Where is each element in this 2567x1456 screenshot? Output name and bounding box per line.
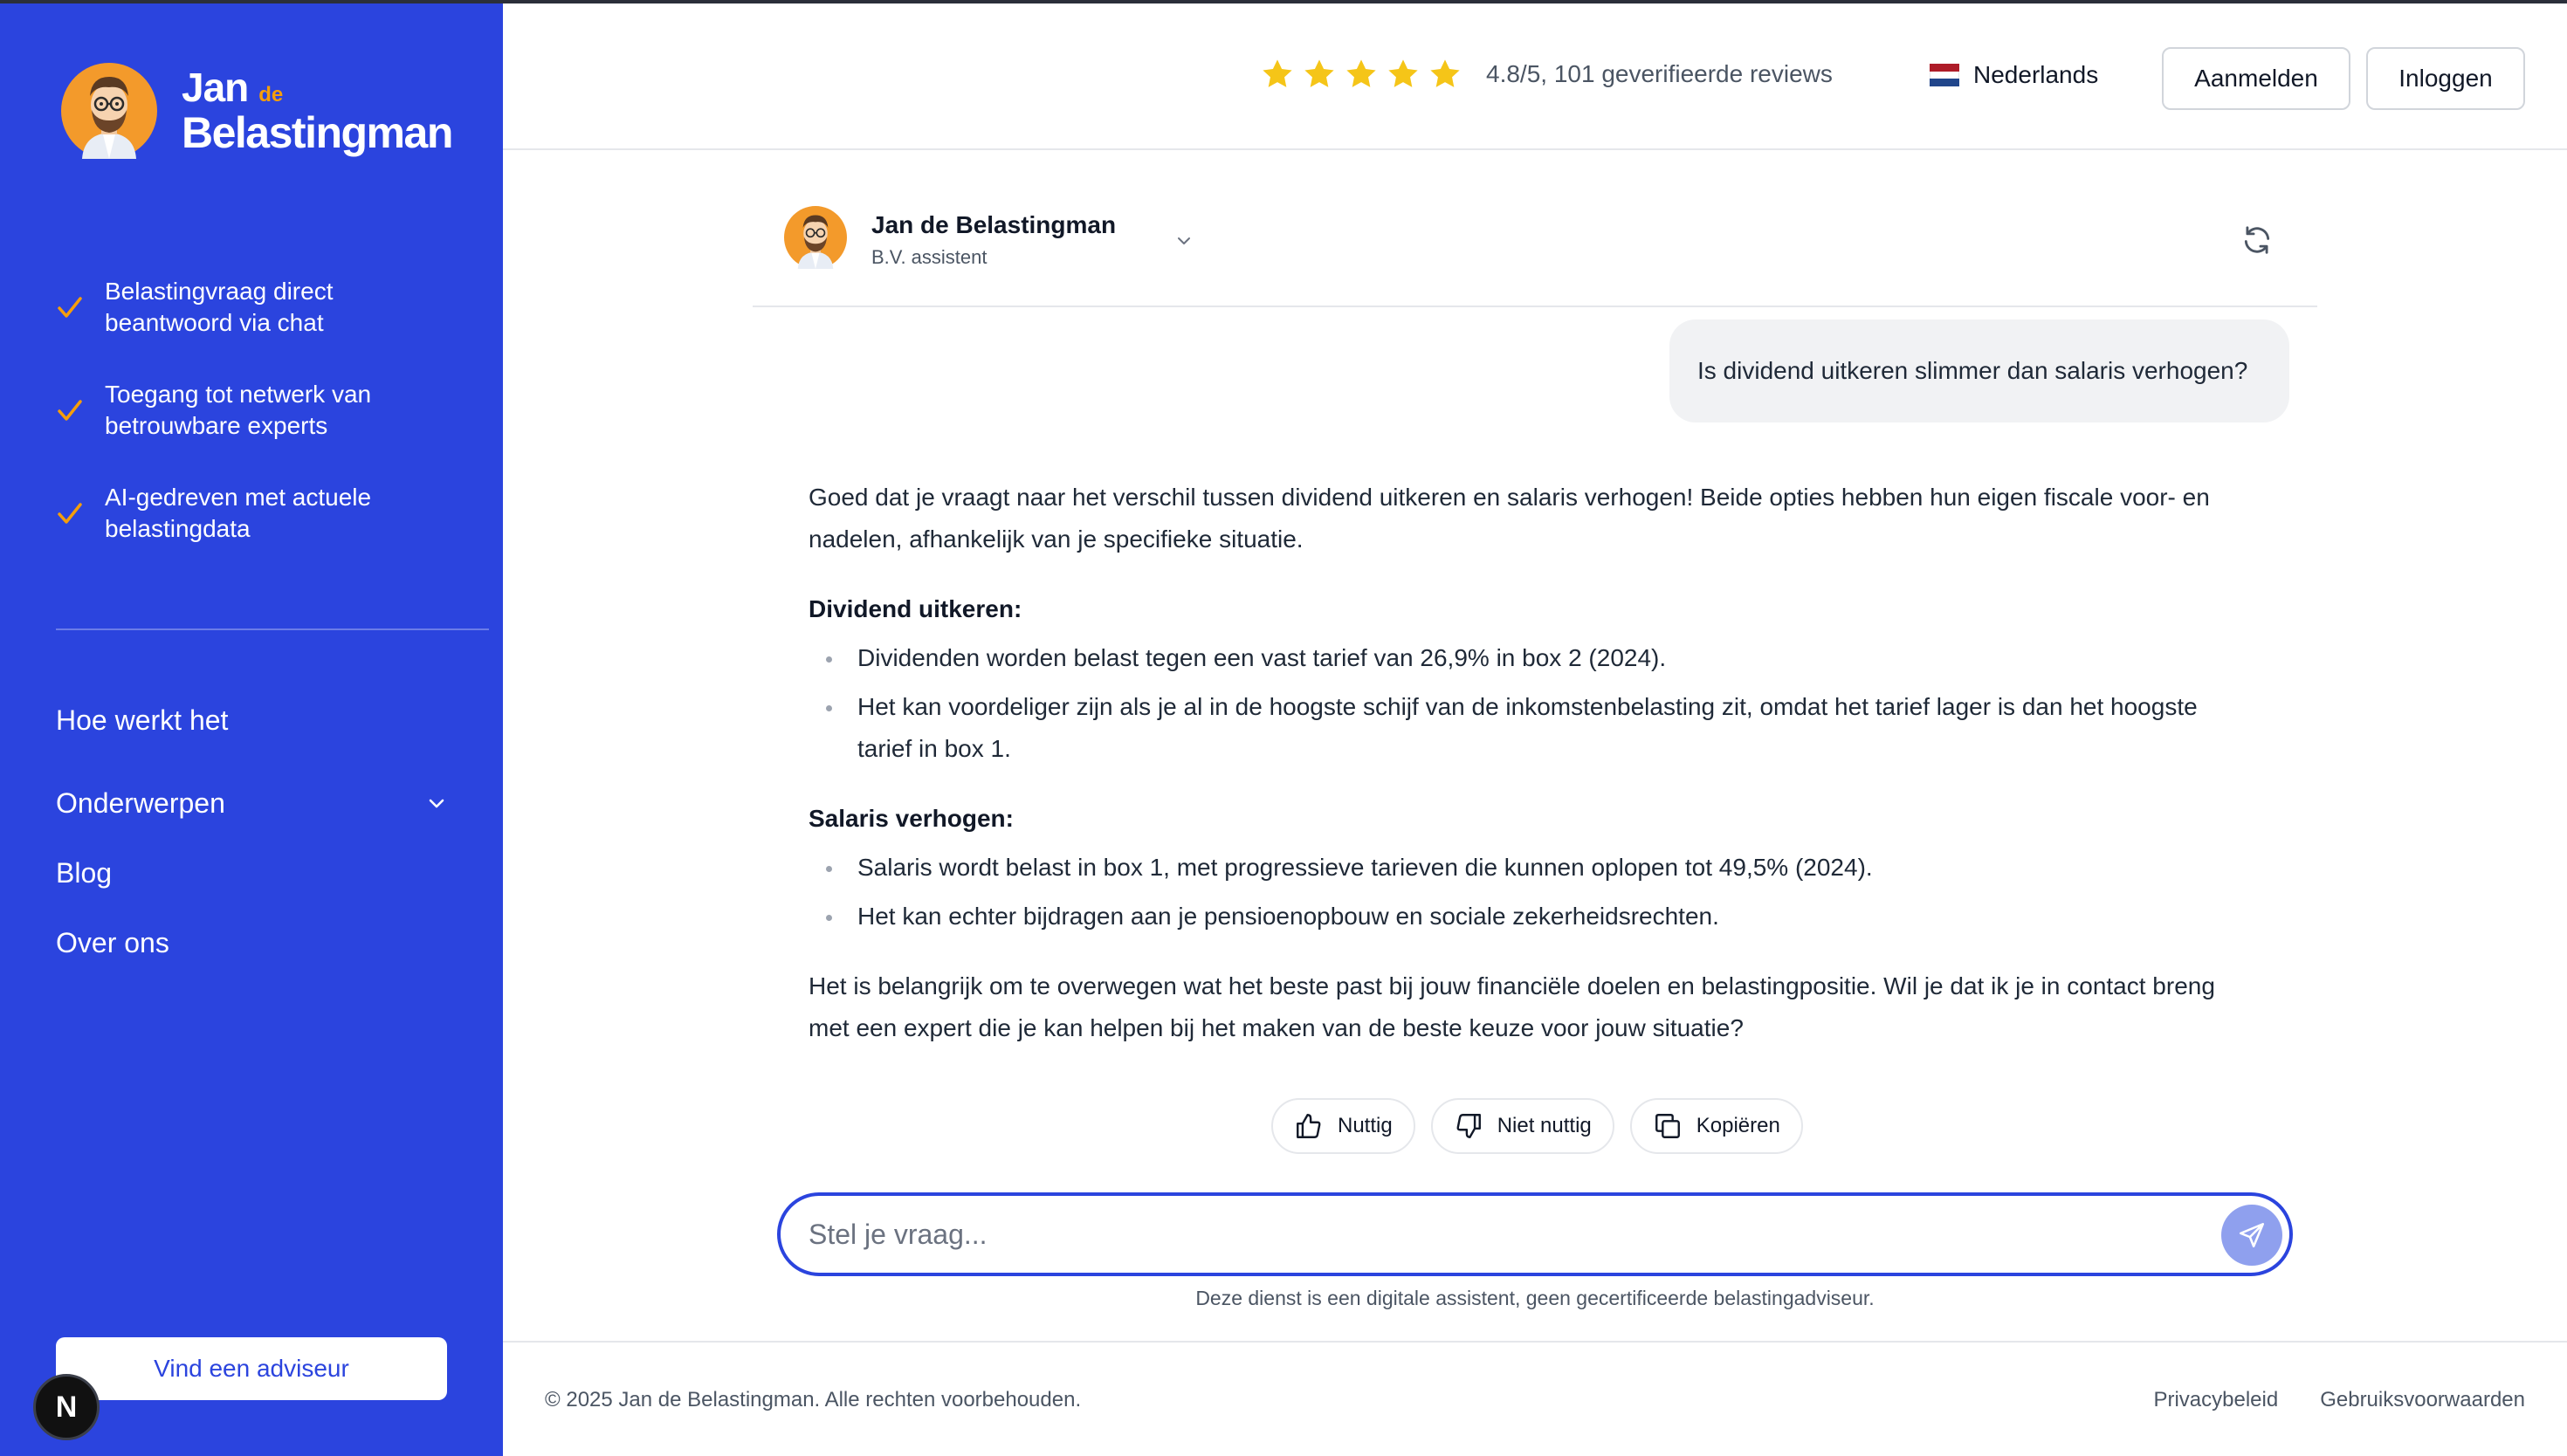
privacy-link[interactable]: Privacybeleid — [2153, 1388, 2278, 1412]
copy-button[interactable]: Kopiëren — [1629, 1098, 1803, 1154]
rating-summary: 4.8/5, 101 geverifieerde reviews — [1259, 56, 1833, 93]
answer-intro: Goed dat je vraagt naar het verschil tus… — [809, 484, 2210, 553]
thumbs-up-icon — [1297, 1114, 1321, 1138]
netherlands-flag-icon — [1930, 64, 1959, 87]
not-useful-label: Niet nuttig — [1497, 1114, 1592, 1137]
user-message-bubble: Is dividend uitkeren slimmer dan salaris… — [1669, 319, 2289, 422]
send-button[interactable] — [2221, 1205, 2282, 1266]
feature-text-line: Toegang tot netwerk van — [105, 381, 372, 408]
mascot-avatar-icon — [61, 63, 157, 159]
answer-section-title: Salaris verhogen: — [809, 805, 1014, 832]
answer-list-item: Het kan voordeliger zijn als je al in de… — [809, 686, 2258, 770]
feature-text-line: betrouwbare experts — [105, 412, 328, 439]
sidebar-divider — [56, 628, 489, 630]
assistant-name: Jan de Belastingman — [871, 211, 1117, 238]
brand-name-de: de — [258, 83, 284, 106]
assistant-answer: Goed dat je vraagt naar het verschil tus… — [809, 477, 2258, 1049]
check-icon — [58, 297, 82, 318]
chat-input-container — [777, 1192, 2293, 1276]
chat-header: Jan de Belastingman B.V. assistent — [753, 180, 2317, 307]
nav-item-label: Blog — [56, 856, 113, 889]
assistant-avatar-icon — [784, 206, 847, 269]
answer-list: Salaris wordt belast in box 1, met progr… — [809, 847, 2258, 937]
top-header: 4.8/5, 101 geverifieerde reviews Nederla… — [503, 3, 2567, 150]
top-border — [0, 0, 2567, 3]
star-icon — [1346, 59, 1376, 87]
nav-item-blog[interactable]: Blog — [56, 838, 449, 908]
assistant-role: B.V. assistent — [871, 246, 988, 268]
chevron-down-icon — [429, 799, 444, 808]
answer-list: Dividenden worden belast tegen een vast … — [809, 637, 2258, 770]
login-button[interactable]: Inloggen — [2366, 47, 2525, 110]
nav-item-over-ons[interactable]: Over ons — [56, 908, 449, 978]
footer-links: Privacybeleid Gebruiksvoorwaarden — [2111, 1388, 2525, 1412]
rating-text: 4.8/5, 101 geverifieerde reviews — [1486, 60, 1833, 87]
language-selector[interactable]: Nederlands — [1930, 61, 2098, 89]
brand-name-first: Jan — [182, 65, 249, 110]
language-label: Nederlands — [1973, 61, 2099, 88]
refresh-icon[interactable] — [2240, 223, 2274, 257]
signup-button[interactable]: Aanmelden — [2162, 47, 2350, 110]
sidebar: Jan de Belastingman Belastingvraag direc… — [0, 0, 503, 1456]
thumbs-down-icon — [1456, 1114, 1481, 1138]
useful-label: Nuttig — [1338, 1114, 1393, 1137]
feature-text-line: AI-gedreven met actuele — [105, 484, 372, 511]
feature-item: Belastingvraag direct beantwoord via cha… — [54, 276, 473, 339]
brand-logo[interactable]: Jan de Belastingman — [61, 63, 453, 159]
star-icon — [1263, 59, 1292, 87]
terms-link[interactable]: Gebruiksvoorwaarden — [2320, 1388, 2525, 1412]
feature-text-line: beantwoord via chat — [105, 309, 324, 336]
answer-closing: Het is belangrijk om te overwegen wat he… — [809, 972, 2215, 1041]
disclaimer-text: Deze dienst is een digitale assistent, g… — [1195, 1287, 1875, 1309]
nav-item-hoe-werkt-het[interactable]: Hoe werkt het — [56, 698, 449, 742]
check-icon — [58, 400, 82, 421]
send-icon — [2239, 1222, 2265, 1248]
feature-item: Toegang tot netwerk van betrouwbare expe… — [54, 379, 473, 442]
feature-item: AI-gedreven met actuele belastingdata — [54, 482, 473, 545]
answer-list-item: Het kan echter bijdragen aan je pensioen… — [809, 896, 2258, 937]
star-icon — [1430, 59, 1460, 87]
feature-text-line: Belastingvraag direct — [105, 278, 334, 305]
useful-button[interactable]: Nuttig — [1271, 1098, 1415, 1154]
chat-input[interactable] — [809, 1213, 2153, 1255]
brand-name-last: Belastingman — [182, 108, 453, 157]
nextjs-badge[interactable]: N — [33, 1374, 100, 1440]
not-useful-button[interactable]: Niet nuttig — [1430, 1098, 1614, 1154]
find-advisor-button[interactable]: Vind een adviseur — [56, 1337, 447, 1400]
footer: © 2025 Jan de Belastingman. Alle rechten… — [503, 1341, 2567, 1456]
feedback-actions: Nuttig Niet nuttig Kopiëren — [1271, 1098, 1819, 1154]
answer-list-item: Dividenden worden belast tegen een vast … — [809, 637, 2258, 679]
nav-item-label: Onderwerpen — [56, 786, 225, 819]
copy-label: Kopiëren — [1696, 1114, 1780, 1137]
star-icon — [1304, 59, 1334, 87]
answer-section-title: Dividend uitkeren: — [809, 595, 1022, 622]
nav-item-label: Over ons — [56, 926, 169, 958]
answer-list-item: Salaris wordt belast in box 1, met progr… — [809, 847, 2258, 889]
copyright-text: © 2025 Jan de Belastingman. Alle rechten… — [545, 1388, 1082, 1411]
sidebar-nav: Hoe werkt het Onderwerpen Blog Over ons — [56, 698, 449, 978]
check-icon — [58, 503, 82, 524]
feature-list: Belastingvraag direct beantwoord via cha… — [54, 276, 473, 585]
copy-icon — [1655, 1114, 1680, 1138]
nav-item-onderwerpen[interactable]: Onderwerpen — [56, 768, 449, 838]
nav-item-label: Hoe werkt het — [56, 704, 229, 736]
star-icon — [1388, 59, 1418, 87]
chevron-down-icon[interactable] — [1172, 229, 1196, 253]
feature-text-line: belastingdata — [105, 515, 251, 542]
